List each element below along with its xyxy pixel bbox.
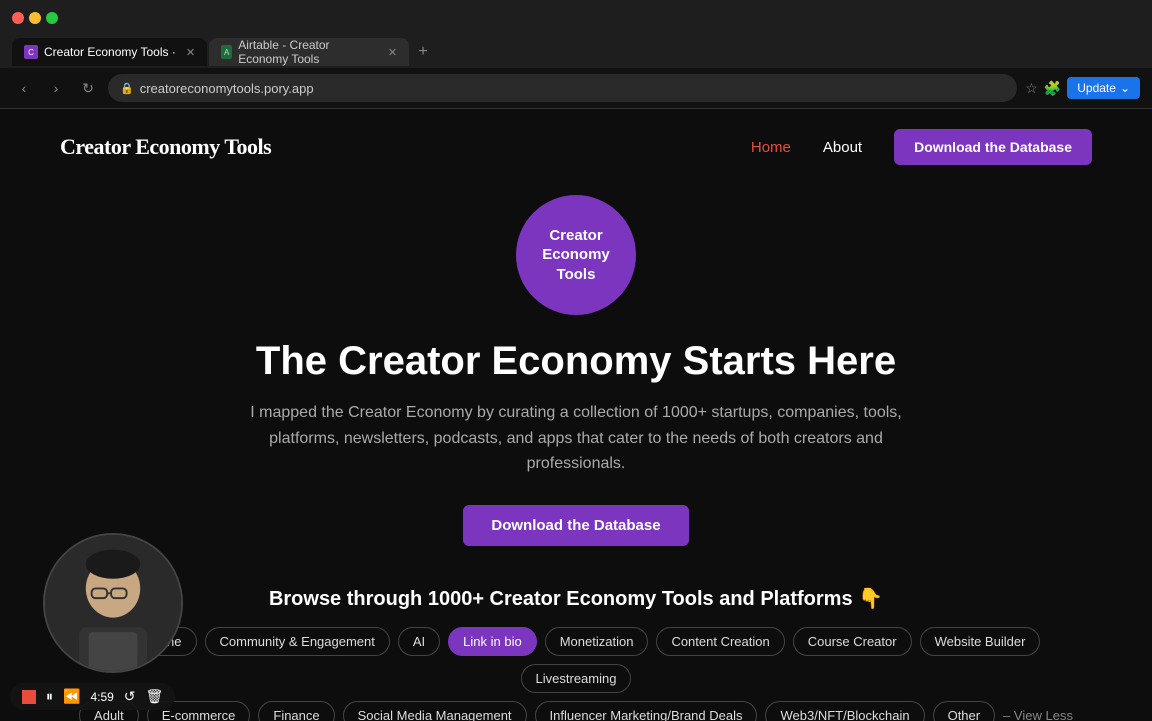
tab-favicon-1: C xyxy=(24,45,38,59)
tag-finance[interactable]: Finance xyxy=(258,701,334,721)
video-rewind-btn[interactable]: ⏪ xyxy=(63,688,80,705)
extensions-icon[interactable]: 🧩 xyxy=(1044,80,1061,97)
tab-favicon-2: A xyxy=(221,45,232,59)
window-controls[interactable] xyxy=(12,12,58,24)
tab-bar: C Creator Economy Tools · ✕ A Airtable -… xyxy=(0,36,1152,68)
browse-title: Browse through 1000+ Creator Economy Too… xyxy=(60,586,1092,611)
video-stop-btn[interactable] xyxy=(22,690,36,704)
tag-content-creation[interactable]: Content Creation xyxy=(656,627,784,656)
tags-row-2: Adult E-commerce Finance Social Media Ma… xyxy=(60,701,1092,721)
tag-course-creator[interactable]: Course Creator xyxy=(793,627,912,656)
url-bar[interactable]: 🔒 creatoreconomytools.pory.app xyxy=(108,74,1017,102)
tag-ai[interactable]: AI xyxy=(398,627,440,656)
video-overlay: ⏸ ⏪ 4:59 ↺ 🗑 xyxy=(10,553,175,710)
video-loop-btn[interactable]: ↺ xyxy=(124,688,136,705)
site-navigation: Creator Economy Tools Home About Downloa… xyxy=(0,109,1152,185)
tag-livestreaming[interactable]: Livestreaming xyxy=(521,664,632,693)
video-time: 4:59 xyxy=(90,690,113,704)
tag-influencer-marketing[interactable]: Influencer Marketing/Brand Deals xyxy=(535,701,758,721)
back-button[interactable]: ‹ xyxy=(12,80,36,96)
browser-action-buttons: ☆ 🧩 Update ⌄ xyxy=(1025,77,1140,99)
forward-button[interactable]: › xyxy=(44,80,68,96)
video-pause-btn[interactable]: ⏸ xyxy=(46,688,53,705)
hero-download-button[interactable]: Download the Database xyxy=(463,505,688,546)
hero-logo-text: CreatorEconomyTools xyxy=(542,226,610,285)
tag-other[interactable]: Other xyxy=(933,701,996,721)
tab-label-2: Airtable - Creator Economy Tools xyxy=(238,38,378,66)
tab-close-1[interactable]: ✕ xyxy=(186,46,195,59)
hero-subtitle: I mapped the Creator Economy by curating… xyxy=(226,400,926,477)
tag-community-engagement[interactable]: Community & Engagement xyxy=(205,627,390,656)
close-window-btn[interactable] xyxy=(12,12,24,24)
hero-title: The Creator Economy Starts Here xyxy=(256,339,896,384)
nav-home-link[interactable]: Home xyxy=(751,139,791,156)
site-logo[interactable]: Creator Economy Tools xyxy=(60,134,271,160)
url-text: creatoreconomytools.pory.app xyxy=(140,81,314,96)
minimize-window-btn[interactable] xyxy=(29,12,41,24)
tag-web3-nft[interactable]: Web3/NFT/Blockchain xyxy=(765,701,924,721)
browser-chrome: C Creator Economy Tools · ✕ A Airtable -… xyxy=(0,0,1152,109)
tab-label-1: Creator Economy Tools · xyxy=(44,45,176,59)
tags-row-1: All-in-one Community & Engagement AI Lin… xyxy=(60,627,1092,693)
tab-close-2[interactable]: ✕ xyxy=(388,46,397,59)
video-delete-btn[interactable]: 🗑 xyxy=(146,688,164,705)
maximize-window-btn[interactable] xyxy=(46,12,58,24)
add-tab-button[interactable]: + xyxy=(411,40,435,64)
bookmark-icon[interactable]: ☆ xyxy=(1025,80,1038,97)
nav-about-link[interactable]: About xyxy=(823,139,862,156)
video-face xyxy=(45,535,181,671)
tag-monetization[interactable]: Monetization xyxy=(545,627,649,656)
nav-links: Home About Download the Database xyxy=(751,129,1092,165)
video-controls[interactable]: ⏸ ⏪ 4:59 ↺ 🗑 xyxy=(10,683,175,710)
tag-link-in-bio[interactable]: Link in bio xyxy=(448,627,537,656)
address-bar: ‹ › ↻ 🔒 creatoreconomytools.pory.app ☆ 🧩… xyxy=(0,68,1152,108)
update-button[interactable]: Update ⌄ xyxy=(1067,77,1140,99)
tab-creator-economy[interactable]: C Creator Economy Tools · ✕ xyxy=(12,38,207,66)
tag-social-media-management[interactable]: Social Media Management xyxy=(343,701,527,721)
lock-icon: 🔒 xyxy=(120,82,134,95)
nav-download-button[interactable]: Download the Database xyxy=(894,129,1092,165)
hero-section: CreatorEconomyTools The Creator Economy … xyxy=(0,185,1152,566)
view-less-button[interactable]: – View Less xyxy=(1003,708,1073,721)
person-avatar xyxy=(45,533,181,673)
reload-button[interactable]: ↻ xyxy=(76,80,100,97)
tag-website-builder[interactable]: Website Builder xyxy=(920,627,1041,656)
hero-logo-circle: CreatorEconomyTools xyxy=(516,195,636,315)
tab-airtable[interactable]: A Airtable - Creator Economy Tools ✕ xyxy=(209,38,409,66)
